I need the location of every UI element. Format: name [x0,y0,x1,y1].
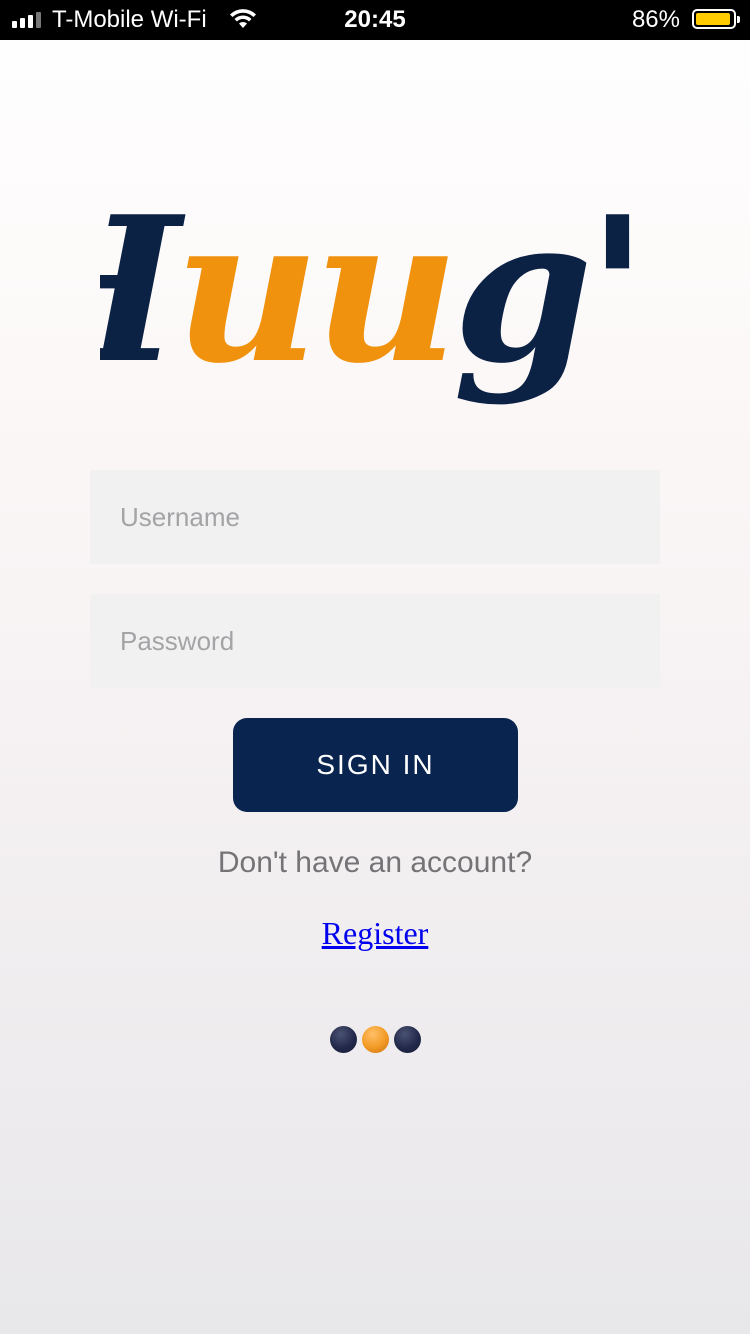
loader-dot [394,1026,421,1053]
register-link-container: Register [0,913,750,953]
register-link[interactable]: Register [322,915,429,951]
password-input[interactable] [90,594,660,688]
loader-dot [362,1026,389,1053]
loading-indicator [330,1026,421,1053]
svg-text:Huug's: Huug's [100,175,640,408]
huugs-logo: Huug's [100,175,640,408]
battery-icon [692,9,740,29]
username-input[interactable] [90,470,660,564]
battery-percentage: 86% [631,6,680,33]
loader-dot [330,1026,357,1053]
sign-in-button[interactable]: SIGN IN [233,718,518,812]
no-account-prompt: Don't have an account? [217,846,533,879]
status-bar: T-Mobile Wi-Fi 20:45 86% [0,0,750,40]
